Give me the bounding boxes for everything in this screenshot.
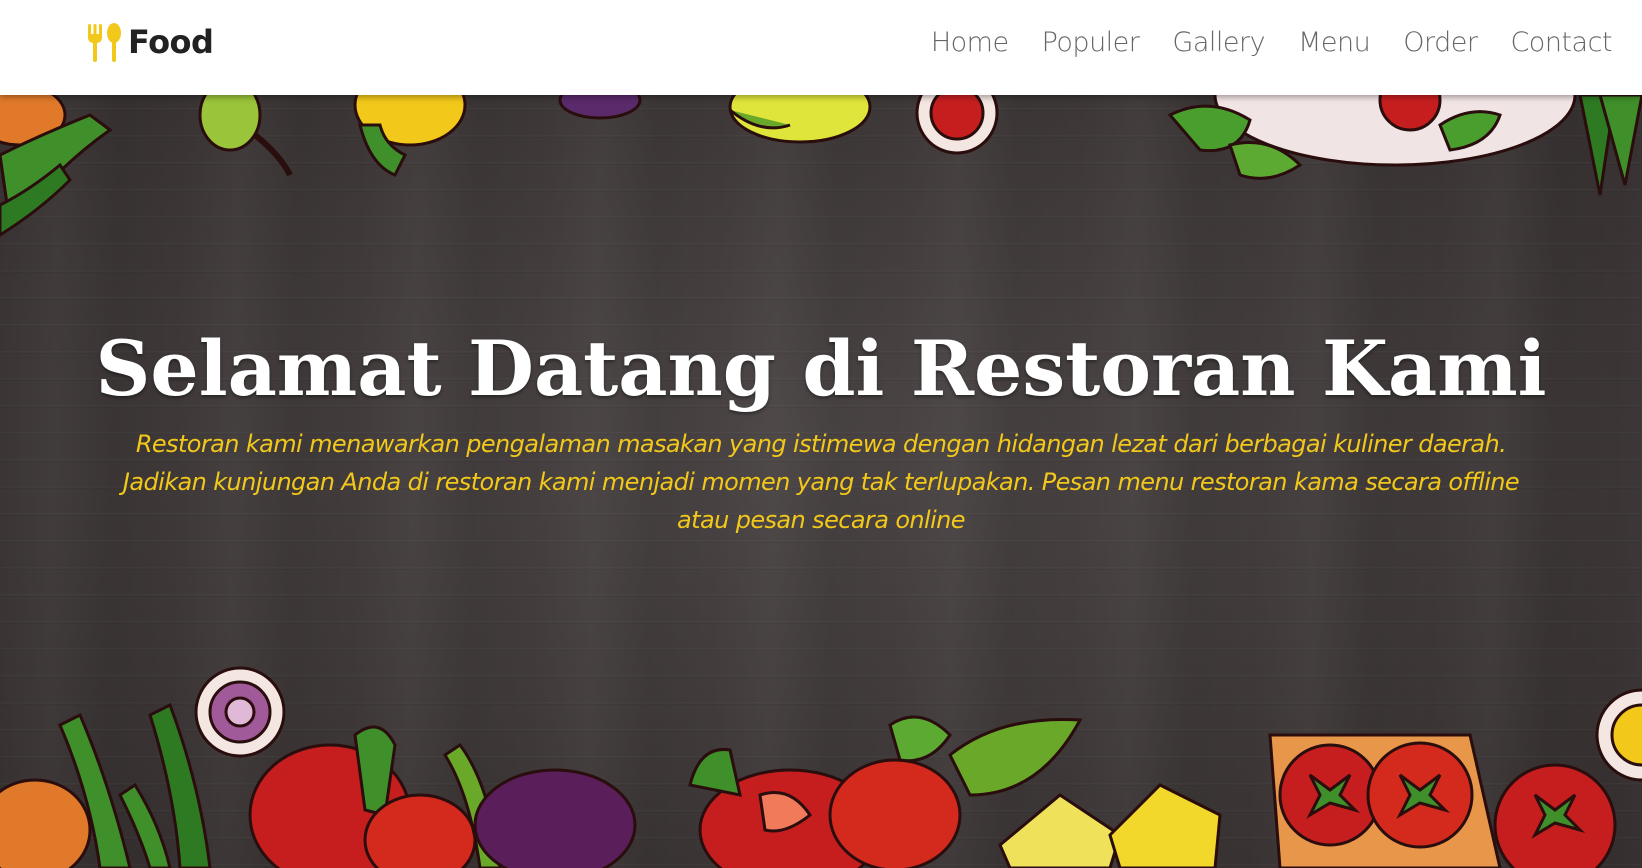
fork-spoon-icon	[88, 23, 121, 62]
nav-link-populer[interactable]: Populer	[1042, 24, 1140, 62]
nav-link-home[interactable]: Home	[931, 24, 1009, 62]
nav-menu: Home Populer Gallery Menu Order Contact	[931, 24, 1613, 62]
nav-link-contact[interactable]: Contact	[1510, 24, 1612, 62]
brand-name: Food	[128, 23, 214, 61]
nav-link-menu[interactable]: Menu	[1298, 24, 1371, 62]
hero-banner: Selamat Datang di Restoran Kami Restoran…	[0, 95, 1642, 868]
navbar: Food Home Populer Gallery Menu Order Con…	[0, 0, 1642, 95]
nav-link-order[interactable]: Order	[1403, 24, 1478, 62]
hero-description: Restoran kami menawarkan pengalaman masa…	[122, 430, 1520, 534]
hero-title: Selamat Datang di Restoran Kami	[95, 324, 1547, 413]
nav-link-gallery[interactable]: Gallery	[1172, 24, 1265, 62]
brand-logo[interactable]: Food	[86, 20, 214, 64]
